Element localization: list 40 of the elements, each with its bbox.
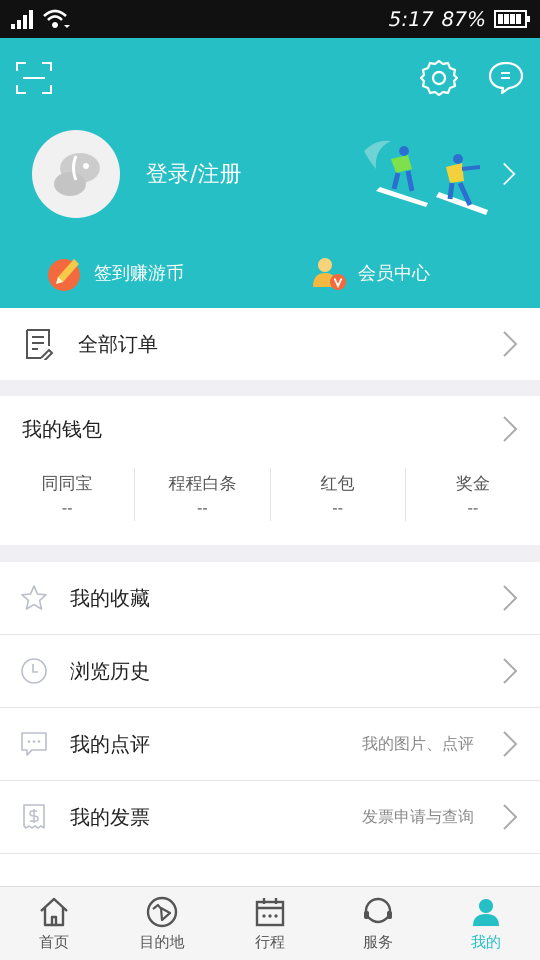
wifi-icon (42, 8, 70, 30)
scan-icon[interactable] (16, 62, 52, 94)
clock-icon (20, 657, 48, 685)
menu-item[interactable]: 我的发票 发票申请与查询 (0, 781, 540, 854)
tab[interactable]: 行程 (216, 887, 324, 960)
menu-item[interactable]: 浏览历史 (0, 635, 540, 708)
tab[interactable]: 目的地 (108, 887, 216, 960)
wallet-item-label[interactable]: 同同宝 (42, 472, 93, 495)
battery-icon (494, 9, 530, 29)
calendar-icon (253, 895, 287, 929)
wallet-item-label[interactable]: 程程白条 (168, 472, 236, 495)
chevron-right-icon (502, 657, 518, 685)
tab[interactable]: 服务 (324, 887, 432, 960)
all-orders-row[interactable]: 全部订单 (0, 308, 540, 380)
message-icon[interactable] (488, 61, 524, 95)
chevron-right-icon[interactable] (502, 161, 516, 187)
menu-item[interactable]: 我的收藏 (0, 562, 540, 635)
settings-icon[interactable] (420, 59, 458, 97)
signal-icon (10, 9, 34, 29)
chevron-right-icon (502, 330, 518, 358)
wallet-item-value: -- (62, 499, 73, 517)
menu-item[interactable]: 我的点评 我的图片、点评 (0, 708, 540, 781)
chevron-right-icon (502, 730, 518, 758)
star-icon (20, 584, 48, 612)
wallet-item-value: -- (467, 499, 478, 517)
chevron-right-icon (502, 415, 518, 443)
wallet-item-value: -- (332, 499, 344, 517)
comment-icon (20, 730, 48, 758)
wallet-item-label[interactable]: 红包 (320, 472, 355, 495)
document-icon (24, 328, 54, 360)
receipt-icon (20, 803, 48, 831)
chevron-right-icon (502, 803, 518, 831)
wallet-item-label[interactable]: 奖金 (456, 472, 490, 495)
compass-icon (145, 895, 179, 929)
tab[interactable]: 首页 (0, 887, 108, 960)
clock-time: 5:17 (388, 7, 434, 31)
wallet-title[interactable]: 我的钱包 (22, 416, 102, 442)
chevron-right-icon (502, 584, 518, 612)
wallet-item-value: -- (196, 499, 208, 517)
battery-percent: 87% (442, 7, 486, 31)
